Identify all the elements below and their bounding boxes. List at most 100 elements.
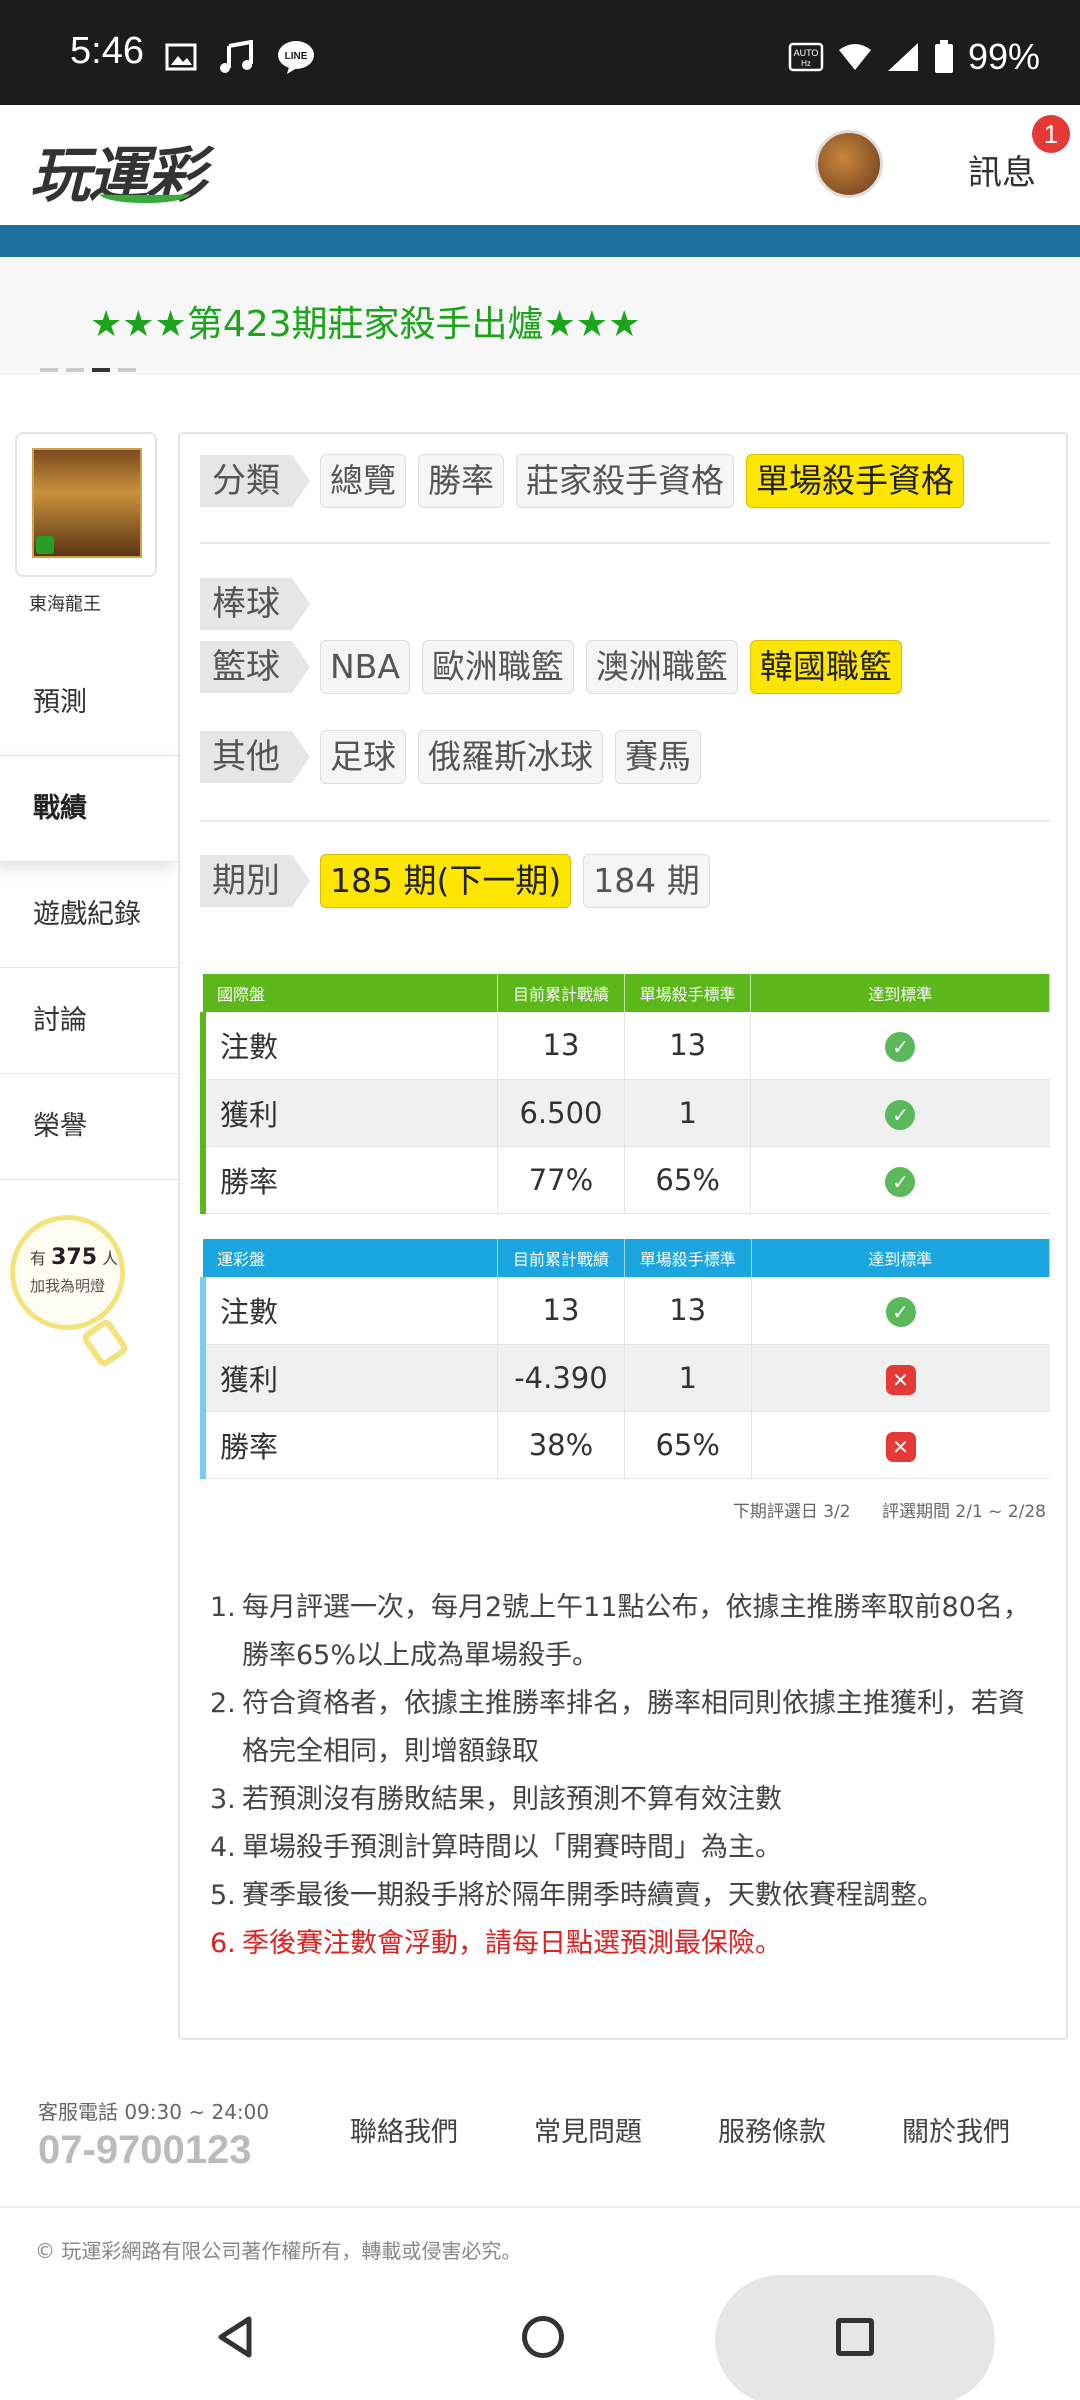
row-label: 勝率	[200, 1411, 499, 1479]
status-cell: ✓	[750, 1079, 1050, 1147]
announcement-banner[interactable]: ★★★第423期莊家殺手出爐★★★	[0, 257, 1080, 375]
baseball-label[interactable]: 棒球	[200, 578, 310, 630]
user-avatar[interactable]	[815, 130, 883, 198]
carousel-dot[interactable]	[118, 368, 136, 372]
chip-single-killer[interactable]: 單場殺手資格	[746, 454, 964, 508]
profile-card[interactable]	[15, 432, 157, 577]
chip-period-185[interactable]: 185 期(下一期)	[320, 854, 572, 908]
standard-value: 13	[624, 1277, 752, 1345]
copyright-text: © 玩運彩網路有限公司著作權所有，轉載或侵害必究。	[35, 2239, 522, 2263]
row-label: 獲利	[200, 1344, 499, 1412]
site-logo[interactable]: 玩運彩	[30, 127, 206, 214]
rule-item: 3. 若預測沒有勝敗結果，則該預測不算有效注數	[210, 1784, 782, 1815]
current-value: 13	[497, 1277, 625, 1345]
row-label: 注數	[200, 1012, 499, 1080]
auto-hd-icon: AUTOHz	[788, 42, 824, 72]
footer-link-contact[interactable]: 聯絡我們	[350, 2110, 458, 2149]
bulb-icon	[10, 1215, 125, 1330]
check-icon: ✓	[885, 1166, 916, 1197]
baseball-filter: 棒球	[200, 578, 310, 630]
service-hours: 客服電話 09:30 ~ 24:00	[38, 2100, 270, 2124]
status-cell: ✕	[751, 1411, 1050, 1479]
footer-link-faq[interactable]: 常見問題	[534, 2110, 642, 2149]
other-label: 其他	[200, 731, 310, 783]
evaluation-info: 下期評選日 3/2 評選期間 2/1 ~ 2/28	[707, 1497, 1046, 1522]
chip-korea-basketball[interactable]: 韓國職籃	[749, 640, 902, 694]
row-label: 注數	[200, 1277, 499, 1345]
chip-banker-killer[interactable]: 莊家殺手資格	[516, 454, 734, 508]
record-panel: 分類 總覽 勝率 莊家殺手資格 單場殺手資格 棒球 籃球 NBA 歐洲職籃 澳洲…	[178, 432, 1068, 2040]
current-value: 38%	[497, 1411, 625, 1479]
check-icon: ✓	[885, 1032, 916, 1063]
column-header: 運彩盤	[203, 1239, 499, 1277]
image-icon	[165, 43, 197, 71]
carousel-dot[interactable]	[40, 368, 58, 372]
follow-caption: 加我為明燈	[30, 1277, 106, 1295]
rule-item: 1. 每月評選一次，每月2號上午11點公布，依據主推勝率取前80名，勝率65%以上…	[210, 1592, 1030, 1671]
profile-name[interactable]: 東海龍王	[0, 590, 130, 616]
follow-bulb[interactable]: 有 375 人 加我為明燈	[10, 1215, 131, 1370]
rule-item: 2. 符合資格者，依據主推勝率排名，勝率相同則依據主推獲利，若資格完全相同，則增額…	[210, 1688, 1025, 1767]
carousel-dots	[40, 368, 136, 372]
menu-item-predictions[interactable]: 預測	[0, 650, 180, 756]
next-evaluation-date: 下期評選日 3/2	[732, 1502, 851, 1522]
announcement-text[interactable]: ★★★第423期莊家殺手出爐★★★	[90, 295, 640, 347]
column-header: 達到標準	[751, 1239, 1051, 1277]
menu-item-game-history[interactable]: 遊戲紀錄	[0, 862, 180, 968]
battery-percent: 99%	[967, 36, 1040, 77]
standard-value: 1	[624, 1079, 752, 1147]
status-cell: ✓	[750, 1012, 1050, 1080]
profile-picture	[32, 448, 142, 558]
current-value: 77%	[497, 1146, 625, 1214]
service-phone[interactable]: 07-9700123	[38, 2128, 252, 2173]
chip-horse-racing[interactable]: 賽馬	[615, 730, 701, 784]
system-nav-bar	[0, 2275, 1080, 2400]
current-value: -4.390	[497, 1344, 625, 1412]
current-value: 13	[497, 1012, 625, 1080]
carousel-dot-active[interactable]	[92, 368, 110, 372]
chip-australia-basketball[interactable]: 澳洲職籃	[585, 640, 738, 694]
recents-icon[interactable]	[836, 2318, 874, 2356]
chip-nba[interactable]: NBA	[320, 640, 410, 694]
footer-link-about[interactable]: 關於我們	[902, 2110, 1010, 2149]
footer-link-terms[interactable]: 服務條款	[718, 2110, 826, 2149]
table-header: 運彩盤 目前累計戰績 單場殺手標準 達到標準	[203, 1239, 1051, 1277]
column-header: 目前累計戰績	[497, 974, 625, 1012]
rule-item: 4. 單場殺手預測計算時間以「開賽時間」為主。	[210, 1832, 782, 1863]
table-row: 獲利 -4.390 1 ✕	[200, 1344, 1050, 1412]
column-header: 目前累計戰績	[497, 1239, 625, 1277]
column-header: 國際盤	[203, 974, 499, 1012]
brand-bar	[0, 225, 1080, 257]
divider	[200, 820, 1050, 822]
category-label: 分類	[200, 455, 310, 507]
home-icon[interactable]	[522, 2316, 564, 2358]
table-row: 注數 13 13 ✓	[200, 1012, 1050, 1080]
chip-soccer[interactable]: 足球	[320, 730, 406, 784]
basketball-label: 籃球	[200, 641, 310, 693]
row-label: 勝率	[200, 1146, 499, 1214]
rules-list: 1. 每月評選一次，每月2號上午11點公布，依據主推勝率取前80名，勝率65%以上…	[210, 1584, 1040, 1968]
messages-link[interactable]: 訊息	[968, 145, 1036, 194]
chip-period-184[interactable]: 184 期	[583, 854, 710, 908]
chip-euro-basketball[interactable]: 歐洲職籃	[421, 640, 574, 694]
column-header: 達到標準	[750, 974, 1050, 1012]
status-cell: ✓	[750, 1146, 1050, 1214]
menu-item-discussion[interactable]: 討論	[0, 968, 180, 1074]
app-header: 玩運彩 訊息	[0, 105, 1080, 225]
carousel-dot[interactable]	[66, 368, 84, 372]
menu-item-record[interactable]: 戰績	[0, 756, 180, 862]
sport-lottery-table: 運彩盤 目前累計戰績 單場殺手標準 達到標準 注數 13 13 ✓ 獲利 -4.…	[200, 1239, 1051, 1479]
chip-ice-hockey[interactable]: 俄羅斯冰球	[418, 730, 603, 784]
current-value: 6.500	[497, 1079, 625, 1147]
table-row: 獲利 6.500 1 ✓	[200, 1079, 1050, 1147]
profile-menu: 預測 戰績 遊戲紀錄 討論 榮譽	[0, 650, 180, 1180]
chip-overview[interactable]: 總覽	[320, 454, 406, 508]
svg-text:AUTO: AUTO	[794, 48, 819, 58]
other-filter: 其他 足球 俄羅斯冰球 賽馬	[200, 730, 701, 784]
table-row: 勝率 38% 65% ✕	[200, 1411, 1050, 1479]
status-time: 5:46	[70, 30, 144, 72]
back-icon[interactable]	[215, 2315, 255, 2359]
rule-item: 5. 賽季最後一期殺手將於隔年開季時續賣，天數依賽程調整。	[210, 1880, 944, 1911]
chip-win-rate[interactable]: 勝率	[418, 454, 504, 508]
menu-item-honors[interactable]: 榮譽	[0, 1074, 180, 1180]
